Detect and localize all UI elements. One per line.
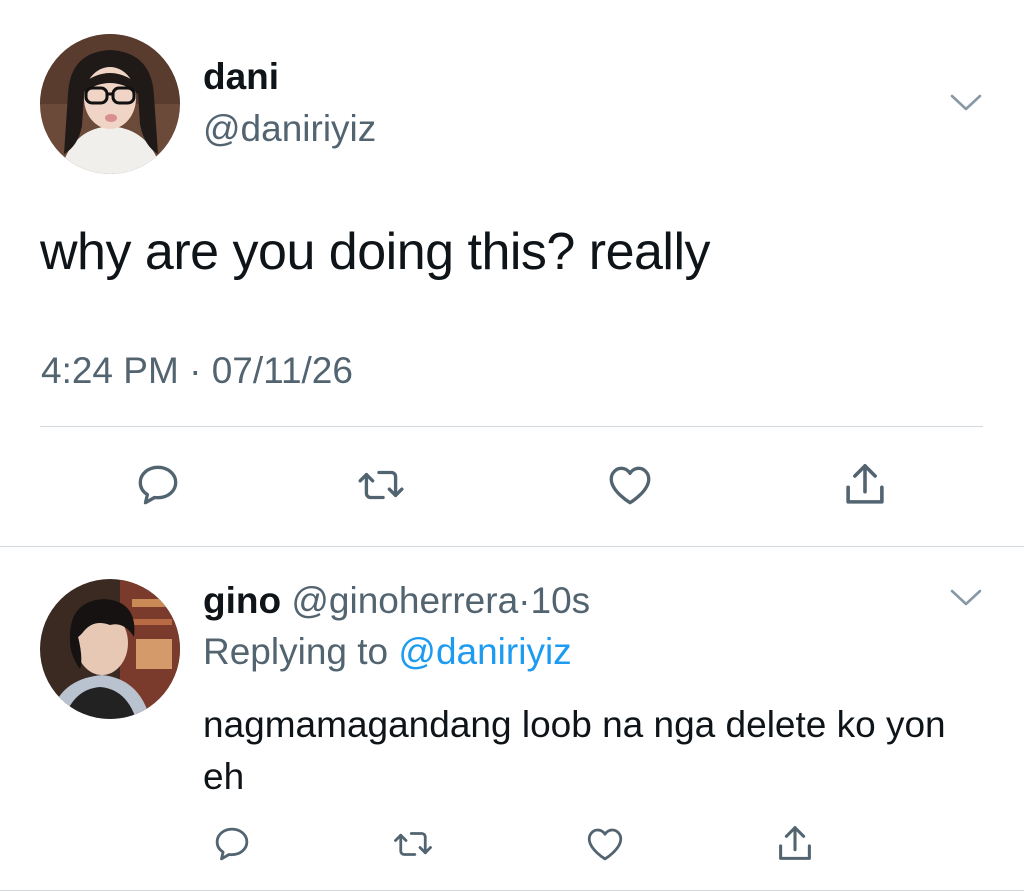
tweet-time[interactable]: 4:24 PM bbox=[41, 350, 179, 391]
author-name[interactable]: dani bbox=[203, 56, 279, 98]
divider bbox=[0, 890, 1024, 891]
author-name[interactable]: gino bbox=[203, 580, 281, 621]
chevron-down-icon[interactable] bbox=[948, 585, 984, 609]
avatar[interactable] bbox=[40, 34, 180, 174]
tweet-date[interactable]: 07/11/26 bbox=[212, 350, 353, 391]
share-icon[interactable] bbox=[772, 821, 818, 867]
retweet-icon[interactable] bbox=[355, 460, 407, 510]
tweet-time[interactable]: 10s bbox=[531, 580, 591, 621]
reply-header: gino @ginoherrera·10s bbox=[203, 580, 590, 622]
retweet-icon[interactable] bbox=[390, 823, 436, 865]
replying-handle-link[interactable]: @daniriyiz bbox=[398, 631, 571, 672]
reply-icon[interactable] bbox=[210, 823, 254, 865]
chevron-down-icon[interactable] bbox=[948, 90, 984, 114]
main-tweet: dani @daniriyiz why are you doing this? … bbox=[0, 0, 1024, 546]
like-icon[interactable] bbox=[603, 460, 657, 510]
meta-separator: · bbox=[189, 350, 202, 391]
reply-icon[interactable] bbox=[133, 460, 183, 510]
meta-separator: · bbox=[518, 580, 531, 621]
replying-prefix: Replying to bbox=[203, 631, 389, 672]
divider bbox=[40, 426, 983, 427]
tweet-timestamp: 4:24 PM · 07/11/26 bbox=[41, 350, 353, 392]
author-handle[interactable]: @daniriyiz bbox=[203, 108, 376, 150]
reply-tweet[interactable]: gino @ginoherrera·10s Replying to @danir… bbox=[0, 547, 1024, 892]
author-handle[interactable]: @ginoherrera bbox=[291, 580, 518, 621]
tweet-text: nagmamagandang loob na nga delete ko yon… bbox=[203, 704, 946, 797]
share-icon[interactable] bbox=[838, 458, 892, 512]
replying-to: Replying to @daniriyiz bbox=[203, 631, 572, 673]
like-icon[interactable] bbox=[582, 823, 628, 865]
tweet-text: why are you doing this? really bbox=[40, 223, 711, 281]
avatar[interactable] bbox=[40, 579, 180, 719]
